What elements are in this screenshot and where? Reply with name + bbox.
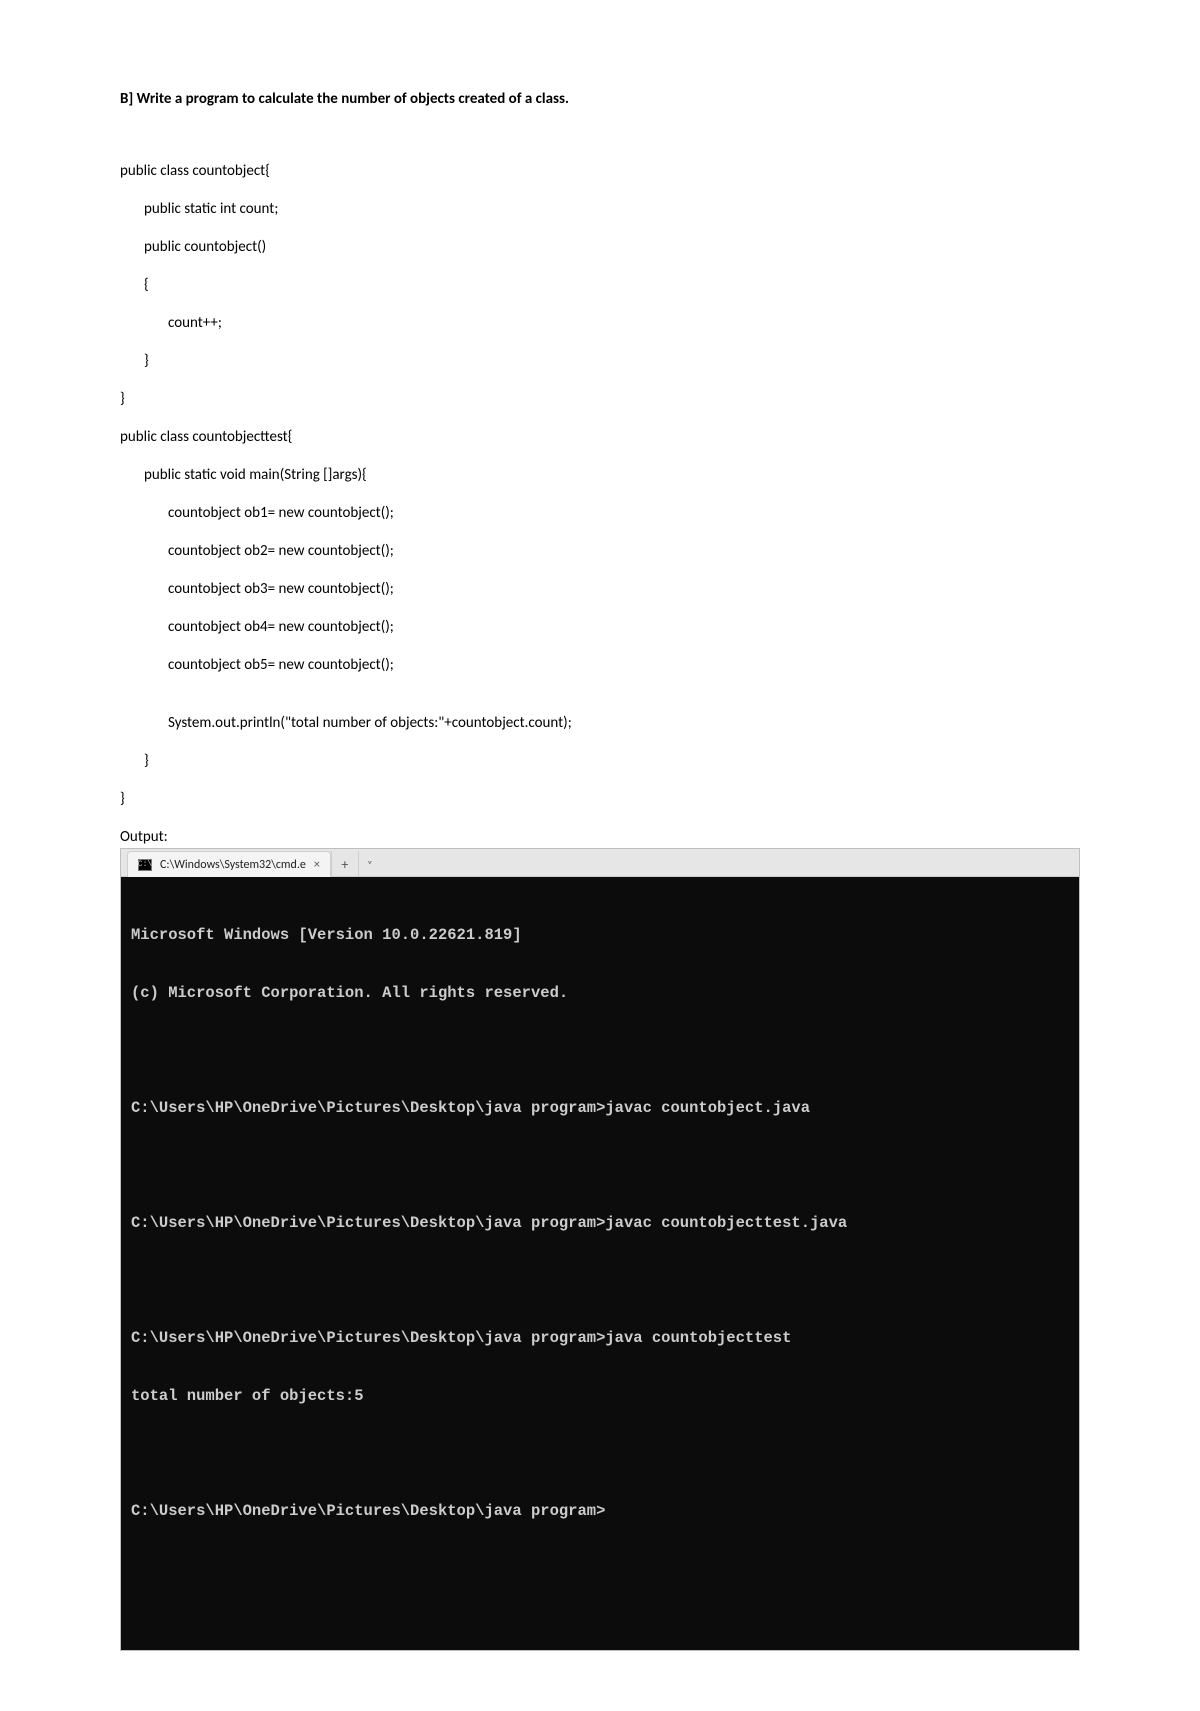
code-line: { [120, 276, 1080, 294]
terminal-blank-line [131, 1445, 1069, 1463]
code-line: public static void main(String []args){ [120, 466, 1080, 484]
terminal-line: C:\Users\HP\OneDrive\Pictures\Desktop\ja… [131, 1502, 1069, 1521]
code-line: countobject ob3= new countobject(); [120, 580, 1080, 598]
new-tab-button[interactable]: + [331, 851, 359, 877]
code-line: } [120, 352, 1080, 370]
terminal-body[interactable]: Microsoft Windows [Version 10.0.22621.81… [121, 877, 1079, 1650]
tab-dropdown-button[interactable]: ˅ [359, 851, 381, 877]
terminal-blank-line [131, 1272, 1069, 1290]
output-label: Output: [120, 828, 1080, 846]
terminal-blank-line [131, 1157, 1069, 1175]
code-line: countobject ob2= new countobject(); [120, 542, 1080, 560]
terminal-window: C:\ C:\Windows\System32\cmd.e × + ˅ Micr… [120, 848, 1080, 1651]
close-icon[interactable]: × [314, 858, 320, 872]
code-line: public countobject() [120, 238, 1080, 256]
code-line: public class countobjecttest{ [120, 428, 1080, 446]
code-line: countobject ob4= new countobject(); [120, 618, 1080, 636]
blank-line [120, 694, 1080, 714]
code-line: countobject ob5= new countobject(); [120, 656, 1080, 674]
terminal-line: C:\Users\HP\OneDrive\Pictures\Desktop\ja… [131, 1099, 1069, 1118]
code-line: public static int count; [120, 200, 1080, 218]
terminal-line: C:\Users\HP\OneDrive\Pictures\Desktop\ja… [131, 1329, 1069, 1348]
code-line: public class countobject{ [120, 162, 1080, 180]
terminal-tab-title: C:\Windows\System32\cmd.e [160, 858, 306, 872]
terminal-line: C:\Users\HP\OneDrive\Pictures\Desktop\ja… [131, 1214, 1069, 1233]
terminal-blank-line [131, 1042, 1069, 1060]
terminal-line: (c) Microsoft Corporation. All rights re… [131, 984, 1069, 1003]
terminal-tab[interactable]: C:\ C:\Windows\System32\cmd.e × [127, 851, 331, 877]
code-line: } [120, 752, 1080, 770]
terminal-tabbar: C:\ C:\Windows\System32\cmd.e × + ˅ [121, 849, 1079, 877]
cmd-icon: C:\ [138, 859, 152, 871]
code-line: count++; [120, 314, 1080, 332]
terminal-line: total number of objects:5 [131, 1387, 1069, 1406]
code-line: } [120, 390, 1080, 408]
code-line: System.out.println("total number of obje… [120, 714, 1080, 732]
code-line: countobject ob1= new countobject(); [120, 504, 1080, 522]
chevron-down-icon: ˅ [367, 858, 372, 871]
code-line: } [120, 790, 1080, 808]
source-code-block: public class countobject{ public static … [120, 162, 1080, 808]
document-page: B] Write a program to calculate the numb… [0, 0, 1200, 1711]
terminal-line: Microsoft Windows [Version 10.0.22621.81… [131, 926, 1069, 945]
question-heading: B] Write a program to calculate the numb… [120, 90, 1080, 108]
